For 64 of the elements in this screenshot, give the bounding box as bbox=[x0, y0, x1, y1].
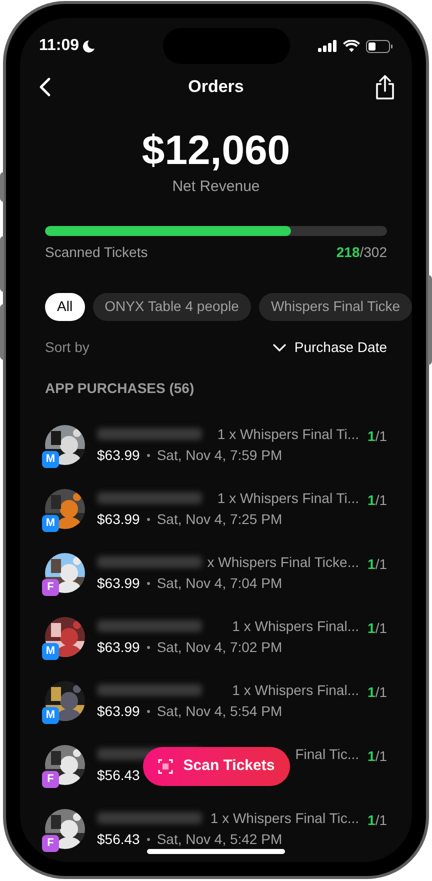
share-button[interactable] bbox=[373, 73, 397, 101]
scanned-count: 1 bbox=[368, 554, 376, 574]
scanned-count: 1 bbox=[368, 682, 376, 702]
order-date: Sat, Nov 4, 5:42 PM bbox=[156, 830, 282, 848]
moon-icon bbox=[83, 40, 96, 52]
order-price: $63.99 bbox=[97, 510, 140, 528]
order-date: Sat, Nov 4, 7:59 PM bbox=[156, 446, 282, 464]
ticket-name: 1 x Whispers Final... bbox=[232, 680, 359, 700]
share-icon bbox=[375, 74, 395, 100]
status-time: 11:09 bbox=[39, 36, 80, 56]
filter-chip[interactable]: ONYX Table 4 people bbox=[92, 292, 251, 320]
section-header: APP PURCHASES (56) bbox=[45, 378, 196, 398]
ticket-name: 1 x Whispers Final Tic... bbox=[210, 808, 359, 828]
ticket-total: /1 bbox=[375, 618, 387, 638]
wifi-icon bbox=[343, 40, 360, 52]
order-date: Sat, Nov 4, 7:02 PM bbox=[156, 638, 282, 656]
order-price: $56.43 bbox=[97, 830, 140, 848]
filter-chip[interactable]: All bbox=[45, 292, 85, 320]
sort-dropdown[interactable]: Purchase Date bbox=[273, 337, 387, 358]
ticket-total: /1 bbox=[375, 746, 387, 766]
order-price: $63.99 bbox=[97, 574, 140, 592]
member-badge: M bbox=[42, 450, 59, 468]
ticket-total: /1 bbox=[375, 426, 387, 446]
ticket-total: /1 bbox=[375, 490, 387, 510]
scanned-count: 1 bbox=[368, 618, 376, 638]
ticket-name: 1 x Whispers Final... bbox=[232, 616, 359, 636]
member-badge: M bbox=[42, 514, 59, 532]
order-date: Sat, Nov 4, 7:04 PM bbox=[156, 574, 282, 592]
scanned-count: 1 bbox=[368, 746, 376, 766]
ticket-total: /302 bbox=[360, 242, 387, 262]
member-badge: M bbox=[42, 706, 59, 724]
ticket-total: /1 bbox=[375, 810, 387, 830]
ticket-name: Final Tic... bbox=[295, 744, 359, 764]
chevron-left-icon bbox=[39, 77, 51, 97]
member-badge: F bbox=[42, 834, 59, 852]
ticket-name: 1 x Whispers Final Ti... bbox=[217, 424, 359, 444]
order-price: $56.43 bbox=[97, 766, 140, 784]
scanned-label: Scanned Tickets bbox=[45, 242, 148, 262]
revenue-amount: $12,060 bbox=[142, 126, 290, 174]
scanned-count: 1 bbox=[368, 426, 376, 446]
screen-title: Orders bbox=[188, 76, 244, 98]
ticket-name: x Whispers Final Ticke... bbox=[207, 552, 359, 572]
member-badge: F bbox=[42, 770, 59, 788]
ticket-total: /1 bbox=[375, 682, 387, 702]
scanned-count: 1 bbox=[368, 490, 376, 510]
sort-label: Sort by bbox=[45, 338, 90, 357]
order-price: $63.99 bbox=[97, 446, 140, 464]
member-badge: M bbox=[42, 642, 59, 660]
scanned-count: 1 bbox=[368, 810, 376, 830]
scan-tickets-button[interactable]: Scan Tickets bbox=[143, 747, 290, 786]
revenue-label: Net Revenue bbox=[172, 177, 260, 197]
member-badge: F bbox=[42, 578, 59, 596]
ticket-name: 1 x Whispers Final Ti... bbox=[217, 488, 359, 508]
signal-icon bbox=[318, 40, 337, 52]
order-price: $63.99 bbox=[97, 702, 140, 720]
ticket-total: /1 bbox=[375, 554, 387, 574]
chevron-down-icon bbox=[273, 344, 286, 352]
order-date: Sat, Nov 4, 5:54 PM bbox=[156, 702, 282, 720]
order-price: $63.99 bbox=[97, 638, 140, 656]
battery-icon bbox=[366, 40, 393, 52]
order-date: Sat, Nov 4, 7:25 PM bbox=[156, 510, 282, 528]
filter-chip[interactable]: Whispers Final Ticke bbox=[258, 292, 412, 320]
scanned-count: 218 bbox=[336, 242, 360, 262]
scan-icon bbox=[158, 759, 174, 774]
